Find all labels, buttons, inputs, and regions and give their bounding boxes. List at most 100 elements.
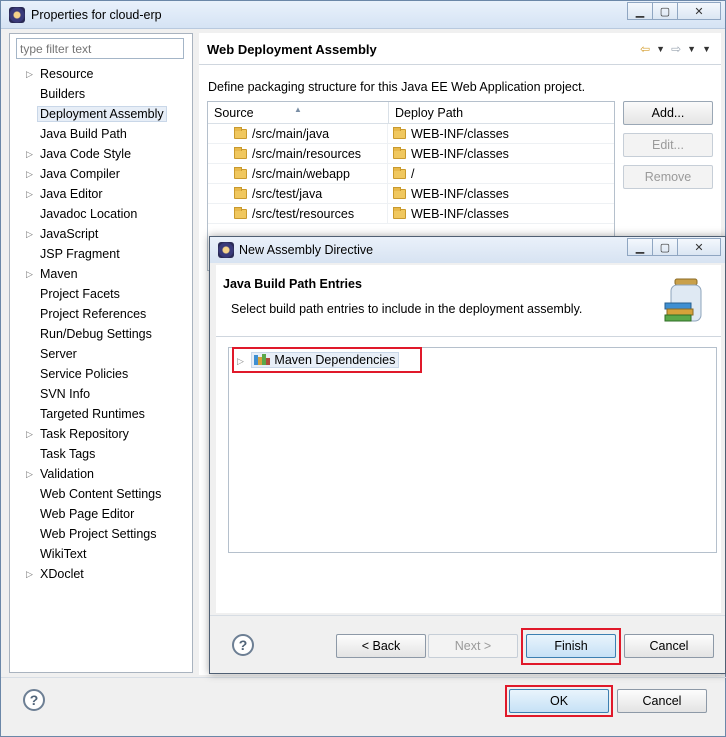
folder-icon bbox=[234, 207, 247, 219]
dialog-maximize-button[interactable]: ▢ bbox=[652, 238, 678, 256]
tree-item[interactable]: Targeted Runtimes bbox=[10, 404, 192, 424]
dialog-header-description: Select build path entries to include in … bbox=[231, 302, 583, 316]
table-row[interactable]: /src/main/resources WEB-INF/classes bbox=[208, 144, 614, 164]
dialog-close-button[interactable]: ✕ bbox=[677, 238, 721, 256]
tree-item[interactable]: Web Page Editor bbox=[10, 504, 192, 524]
tree-item[interactable]: Run/Debug Settings bbox=[10, 324, 192, 344]
expand-arrow-icon[interactable]: ▷ bbox=[26, 264, 36, 284]
column-deploy-path[interactable]: Deploy Path bbox=[389, 102, 614, 124]
tree-item[interactable]: ▷ JavaScript bbox=[10, 224, 192, 244]
column-source[interactable]: Source ▲ bbox=[208, 102, 389, 124]
edit-button[interactable]: Edit... bbox=[623, 133, 713, 157]
tree-item[interactable]: ▷ Validation bbox=[10, 464, 192, 484]
table-row[interactable]: /src/main/java WEB-INF/classes bbox=[208, 124, 614, 144]
remove-button[interactable]: Remove bbox=[623, 165, 713, 189]
close-button[interactable]: ✕ bbox=[677, 2, 721, 20]
expand-arrow-icon[interactable]: ▷ bbox=[26, 424, 36, 444]
expand-arrow-icon[interactable]: ▷ bbox=[26, 464, 36, 484]
add-button[interactable]: Add... bbox=[623, 101, 713, 125]
folder-icon bbox=[234, 147, 247, 159]
tree-item[interactable]: Server bbox=[10, 344, 192, 364]
dialog-minimize-button[interactable]: ▁ bbox=[627, 238, 653, 256]
tree-item[interactable]: WikiText bbox=[10, 544, 192, 564]
tree-item[interactable]: SVN Info bbox=[10, 384, 192, 404]
tree-item-label: Server bbox=[40, 347, 77, 361]
table-row[interactable]: /src/main/webapp / bbox=[208, 164, 614, 184]
tree-item[interactable]: Web Project Settings bbox=[10, 524, 192, 544]
source-cell: /src/main/java bbox=[252, 127, 330, 141]
tree-item-label: Builders bbox=[40, 87, 86, 101]
deploy-path-cell: WEB-INF/classes bbox=[411, 207, 509, 221]
tree-item[interactable]: ▷ Maven bbox=[10, 264, 192, 284]
tree-item-label: Maven bbox=[40, 267, 78, 281]
tree-item-label: JSP Fragment bbox=[40, 247, 120, 261]
back-button[interactable]: < Back bbox=[336, 634, 426, 658]
tree-item-label: Targeted Runtimes bbox=[40, 407, 145, 421]
filter-input[interactable] bbox=[16, 38, 184, 59]
tree-item[interactable]: ▷ XDoclet bbox=[10, 564, 192, 584]
tree-item-label: XDoclet bbox=[40, 567, 84, 581]
page-title: Web Deployment Assembly bbox=[207, 42, 377, 57]
source-cell: /src/test/java bbox=[252, 187, 323, 201]
tree-item[interactable]: Service Policies bbox=[10, 364, 192, 384]
tree-item-maven-dependencies[interactable]: ▷ Maven Dependencies bbox=[237, 350, 400, 370]
tree-item[interactable]: ▷ Java Editor bbox=[10, 184, 192, 204]
expand-arrow-icon[interactable]: ▷ bbox=[26, 144, 36, 164]
expand-arrow-icon[interactable]: ▷ bbox=[26, 64, 36, 84]
tree-item[interactable]: Javadoc Location bbox=[10, 204, 192, 224]
finish-button[interactable]: Finish bbox=[526, 634, 616, 658]
tree-item[interactable]: ▷ Resource bbox=[10, 64, 192, 84]
expand-arrow-icon[interactable]: ▷ bbox=[26, 184, 36, 204]
tree-item[interactable]: JSP Fragment bbox=[10, 244, 192, 264]
expand-arrow-icon[interactable]: ▷ bbox=[237, 356, 244, 366]
forward-dropdown-icon[interactable]: ▼ bbox=[687, 44, 696, 56]
dialog-help-button[interactable]: ? bbox=[232, 634, 254, 656]
tree-item[interactable]: ▷ Java Code Style bbox=[10, 144, 192, 164]
ok-button[interactable]: OK bbox=[509, 689, 609, 713]
expand-arrow-icon[interactable]: ▷ bbox=[26, 164, 36, 184]
deploy-path-cell: WEB-INF/classes bbox=[411, 147, 509, 161]
expand-arrow-icon[interactable]: ▷ bbox=[26, 224, 36, 244]
expand-arrow-icon[interactable]: ▷ bbox=[26, 564, 36, 584]
window-titlebar[interactable]: Properties for cloud-erp ▁ ▢ ✕ bbox=[1, 1, 725, 29]
forward-arrow-icon[interactable]: ⇨ bbox=[671, 42, 681, 56]
back-arrow-icon[interactable]: ⇦ bbox=[640, 42, 650, 56]
column-source-label: Source bbox=[214, 106, 254, 120]
tree-item[interactable]: Builders bbox=[10, 84, 192, 104]
deploy-path-cell: WEB-INF/classes bbox=[411, 187, 509, 201]
page-header: Web Deployment Assembly ⇦ ▼ ⇨ ▼ ▼ bbox=[199, 33, 721, 65]
tree-item[interactable]: Project References bbox=[10, 304, 192, 324]
tree-item[interactable]: ▷ Task Repository bbox=[10, 424, 192, 444]
tree-item-label: Java Code Style bbox=[40, 147, 132, 161]
dialog-titlebar[interactable]: New Assembly Directive ▁ ▢ ✕ bbox=[210, 237, 725, 263]
dialog-cancel-button[interactable]: Cancel bbox=[624, 634, 714, 658]
help-icon: ? bbox=[232, 634, 254, 656]
back-dropdown-icon[interactable]: ▼ bbox=[656, 44, 665, 56]
table-row[interactable]: /src/test/resources WEB-INF/classes bbox=[208, 204, 614, 224]
deploy-path-cell: / bbox=[411, 167, 415, 181]
source-cell: /src/test/resources bbox=[252, 207, 355, 221]
tree-item[interactable]: Project Facets bbox=[10, 284, 192, 304]
tree-item[interactable]: Task Tags bbox=[10, 444, 192, 464]
preference-tree: ▷ Resource Builders Deployment Assembly Java… bbox=[10, 64, 192, 584]
tree-item-label: Java Compiler bbox=[40, 167, 120, 181]
cancel-button[interactable]: Cancel bbox=[617, 689, 707, 713]
source-cell: /src/main/webapp bbox=[252, 167, 350, 181]
tree-item[interactable]: Web Content Settings bbox=[10, 484, 192, 504]
maximize-button[interactable]: ▢ bbox=[652, 2, 678, 20]
table-row[interactable]: /src/test/java WEB-INF/classes bbox=[208, 184, 614, 204]
minimize-button[interactable]: ▁ bbox=[627, 2, 653, 20]
tree-item-label: Resource bbox=[40, 67, 94, 81]
tree-item[interactable]: ▷ Java Compiler bbox=[10, 164, 192, 184]
help-icon: ? bbox=[23, 689, 45, 711]
tree-item-label: SVN Info bbox=[40, 387, 91, 401]
help-button[interactable]: ? bbox=[23, 689, 45, 711]
tree-item-label: Web Page Editor bbox=[40, 507, 135, 521]
build-path-entries-tree: ▷ Maven Dependencies bbox=[228, 347, 717, 553]
next-button[interactable]: Next > bbox=[428, 634, 518, 658]
view-menu-icon[interactable]: ▼ bbox=[702, 44, 711, 56]
deploy-path-cell: WEB-INF/classes bbox=[411, 127, 509, 141]
folder-icon bbox=[393, 187, 406, 199]
tree-item[interactable]: Deployment Assembly bbox=[10, 104, 192, 124]
tree-item[interactable]: Java Build Path bbox=[10, 124, 192, 144]
